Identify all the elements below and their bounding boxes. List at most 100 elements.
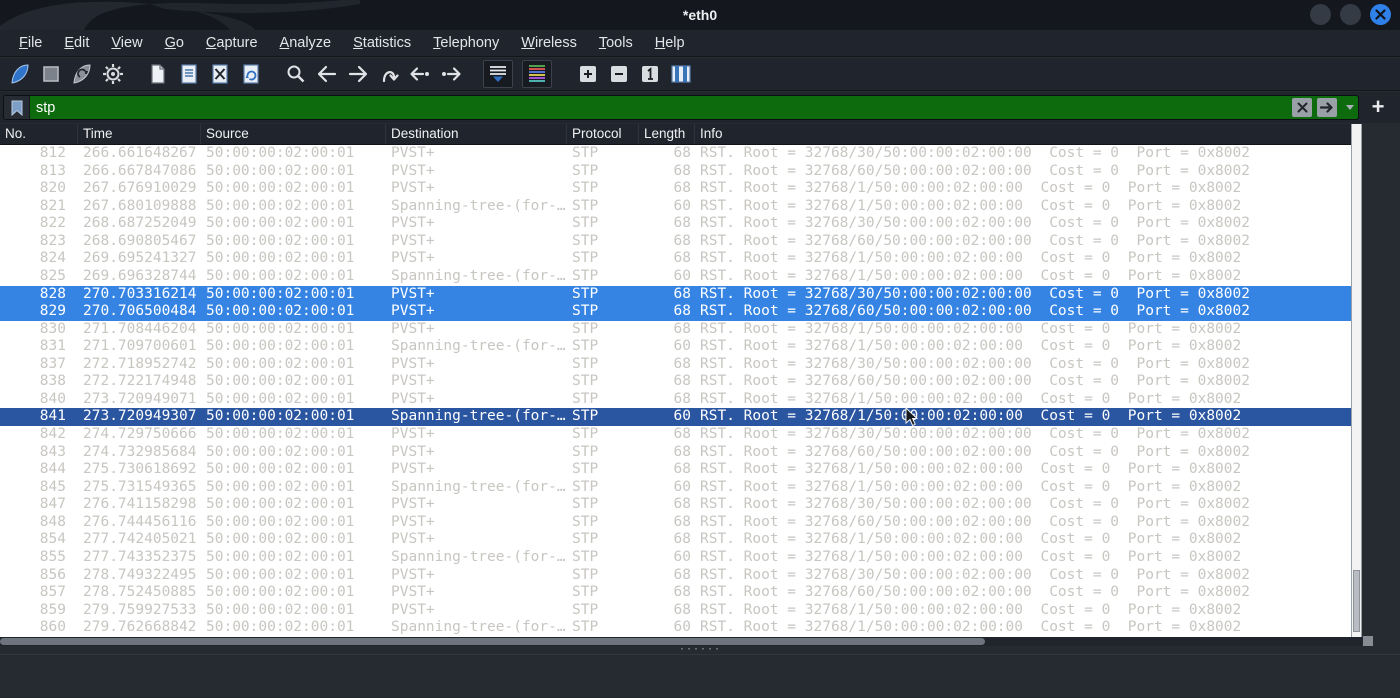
- cell-source: 50:00:00:02:00:01: [206, 215, 355, 232]
- packet-row[interactable]: 824 269.695241327 50:00:00:02:00:01 PVST…: [0, 250, 1351, 268]
- packet-row[interactable]: 854 277.742405021 50:00:00:02:00:01 PVST…: [0, 531, 1351, 549]
- open-file-button[interactable]: [145, 60, 171, 88]
- packet-row[interactable]: 813 266.667847086 50:00:00:02:00:01 PVST…: [0, 162, 1351, 181]
- go-to-packet-button[interactable]: [376, 60, 402, 88]
- jump-arrow-icon: [382, 71, 399, 83]
- filter-bookmark-button[interactable]: [4, 96, 30, 119]
- menu-view[interactable]: View: [100, 30, 153, 56]
- display-filter-field[interactable]: stp: [3, 95, 1359, 120]
- go-forward-button[interactable]: [345, 60, 371, 88]
- packet-row[interactable]: 860 279.762668842 50:00:00:02:00:01 Span…: [0, 619, 1351, 637]
- menu-file[interactable]: File: [8, 30, 53, 56]
- cell-no: 820: [39, 180, 66, 197]
- cell-time: 269.695241327: [83, 250, 197, 267]
- pane-splitter[interactable]: ······: [0, 645, 1400, 655]
- column-header-no[interactable]: No.: [0, 124, 78, 144]
- save-file-button[interactable]: [176, 60, 202, 88]
- vertical-scrollbar-thumb[interactable]: [1353, 570, 1360, 632]
- filter-clear-button[interactable]: [1292, 98, 1312, 117]
- packet-row[interactable]: 828 270.703316214 50:00:00:02:00:01 PVST…: [0, 285, 1351, 304]
- horizontal-scrollbar-thumb[interactable]: [0, 638, 985, 645]
- packet-row[interactable]: 822 268.687252049 50:00:00:02:00:01 PVST…: [0, 215, 1351, 233]
- cell-info: RST. Root = 32768/1/50:00:00:02:00:00 Co…: [700, 548, 1242, 565]
- maximize-button[interactable]: [1340, 4, 1361, 25]
- cell-source: 50:00:00:02:00:01: [206, 408, 355, 425]
- column-header-length[interactable]: Length: [639, 124, 695, 144]
- cell-destination: PVST+: [391, 232, 435, 249]
- arrow-right-icon: [348, 65, 368, 83]
- cell-destination: PVST+: [391, 390, 435, 407]
- menu-go[interactable]: Go: [154, 30, 195, 56]
- column-header-protocol[interactable]: Protocol: [567, 124, 639, 144]
- filter-input[interactable]: stp: [30, 100, 1292, 116]
- menu-edit[interactable]: Edit: [53, 30, 100, 56]
- packet-row[interactable]: 848 276.744456116 50:00:00:02:00:01 PVST…: [0, 513, 1351, 532]
- packet-row[interactable]: 831 271.709700601 50:00:00:02:00:01 Span…: [0, 338, 1351, 356]
- packet-row[interactable]: 837 272.718952742 50:00:00:02:00:01 PVST…: [0, 355, 1351, 374]
- packet-row[interactable]: 847 276.741158298 50:00:00:02:00:01 PVST…: [0, 496, 1351, 514]
- capture-options-button[interactable]: [100, 60, 126, 88]
- packet-row[interactable]: 845 275.731549365 50:00:00:02:00:01 Span…: [0, 478, 1351, 497]
- cell-source: 50:00:00:02:00:01: [206, 250, 355, 267]
- packet-row[interactable]: 821 267.680109888 50:00:00:02:00:01 Span…: [0, 197, 1351, 216]
- packet-row[interactable]: 844 275.730618692 50:00:00:02:00:01 PVST…: [0, 461, 1351, 479]
- cell-info: RST. Root = 32768/30/50:00:00:02:00:00 C…: [700, 355, 1250, 372]
- packet-row[interactable]: 838 272.722174948 50:00:00:02:00:01 PVST…: [0, 373, 1351, 391]
- packet-row[interactable]: 825 269.696328744 50:00:00:02:00:01 Span…: [0, 267, 1351, 286]
- find-packet-button[interactable]: [283, 60, 309, 88]
- zoom-out-button[interactable]: [606, 60, 632, 88]
- column-header-time[interactable]: Time: [78, 124, 201, 144]
- cell-source: 50:00:00:02:00:01: [206, 355, 355, 372]
- close-file-button[interactable]: [207, 60, 233, 88]
- auto-scroll-button[interactable]: [483, 60, 513, 88]
- menu-telephony[interactable]: Telephony: [422, 30, 510, 56]
- cell-info: RST. Root = 32768/1/50:00:00:02:00:00 Co…: [700, 320, 1242, 337]
- packet-row[interactable]: 830 271.708446204 50:00:00:02:00:01 PVST…: [0, 320, 1351, 339]
- reload-file-button[interactable]: [238, 60, 264, 88]
- packet-row[interactable]: 820 267.676910029 50:00:00:02:00:01 PVST…: [0, 180, 1351, 198]
- add-filter-button[interactable]: +: [1366, 94, 1390, 120]
- vertical-scrollbar[interactable]: [1351, 124, 1362, 637]
- menu-tools[interactable]: Tools: [588, 30, 644, 56]
- zoom-100-button[interactable]: [637, 60, 663, 88]
- menu-capture[interactable]: Capture: [195, 30, 269, 56]
- column-header-destination[interactable]: Destination: [386, 124, 567, 144]
- packet-row[interactable]: 856 278.749322495 50:00:00:02:00:01 PVST…: [0, 566, 1351, 585]
- cell-protocol: STP: [572, 496, 599, 513]
- resize-columns-button[interactable]: [668, 60, 694, 88]
- packet-row[interactable]: 829 270.706500484 50:00:00:02:00:01 PVST…: [0, 303, 1351, 321]
- packet-row[interactable]: 841 273.720949307 50:00:00:02:00:01 Span…: [0, 408, 1351, 426]
- menu-help[interactable]: Help: [644, 30, 696, 56]
- filter-history-dropdown[interactable]: [1342, 96, 1358, 119]
- packet-row[interactable]: 855 277.743352375 50:00:00:02:00:01 Span…: [0, 548, 1351, 567]
- packet-row[interactable]: 857 278.752450885 50:00:00:02:00:01 PVST…: [0, 584, 1351, 602]
- go-first-packet-button[interactable]: [407, 60, 433, 88]
- zoom-out-icon: [611, 66, 627, 82]
- cell-protocol: STP: [572, 215, 599, 232]
- menu-wireless[interactable]: Wireless: [510, 30, 588, 56]
- cell-source: 50:00:00:02:00:01: [206, 548, 355, 565]
- packet-row[interactable]: 823 268.690805467 50:00:00:02:00:01 PVST…: [0, 232, 1351, 251]
- menu-statistics[interactable]: Statistics: [342, 30, 422, 56]
- start-capture-button[interactable]: [7, 60, 33, 88]
- go-last-packet-button[interactable]: [438, 60, 464, 88]
- packet-row[interactable]: 859 279.759927533 50:00:00:02:00:01 PVST…: [0, 601, 1351, 620]
- packet-row[interactable]: 842 274.729750666 50:00:00:02:00:01 PVST…: [0, 426, 1351, 444]
- cell-destination: Spanning-tree-(for-…: [391, 197, 566, 214]
- close-button[interactable]: [1370, 4, 1391, 25]
- stop-capture-button[interactable]: [38, 60, 64, 88]
- minimize-button[interactable]: [1310, 4, 1331, 25]
- cell-destination: Spanning-tree-(for-…: [391, 619, 566, 636]
- filter-apply-button[interactable]: [1317, 98, 1337, 117]
- restart-capture-button[interactable]: [69, 60, 95, 88]
- go-back-button[interactable]: [314, 60, 340, 88]
- cell-source: 50:00:00:02:00:01: [206, 373, 355, 390]
- column-header-source[interactable]: Source: [201, 124, 386, 144]
- zoom-in-button[interactable]: [575, 60, 601, 88]
- packet-row[interactable]: 840 273.720949071 50:00:00:02:00:01 PVST…: [0, 390, 1351, 409]
- packet-row[interactable]: 812 266.661648267 50:00:00:02:00:01 PVST…: [0, 145, 1351, 163]
- column-header-info[interactable]: Info: [695, 124, 1362, 144]
- colorize-packets-button[interactable]: [522, 60, 552, 88]
- packet-row[interactable]: 843 274.732985684 50:00:00:02:00:01 PVST…: [0, 443, 1351, 462]
- menu-analyze[interactable]: Analyze: [269, 30, 343, 56]
